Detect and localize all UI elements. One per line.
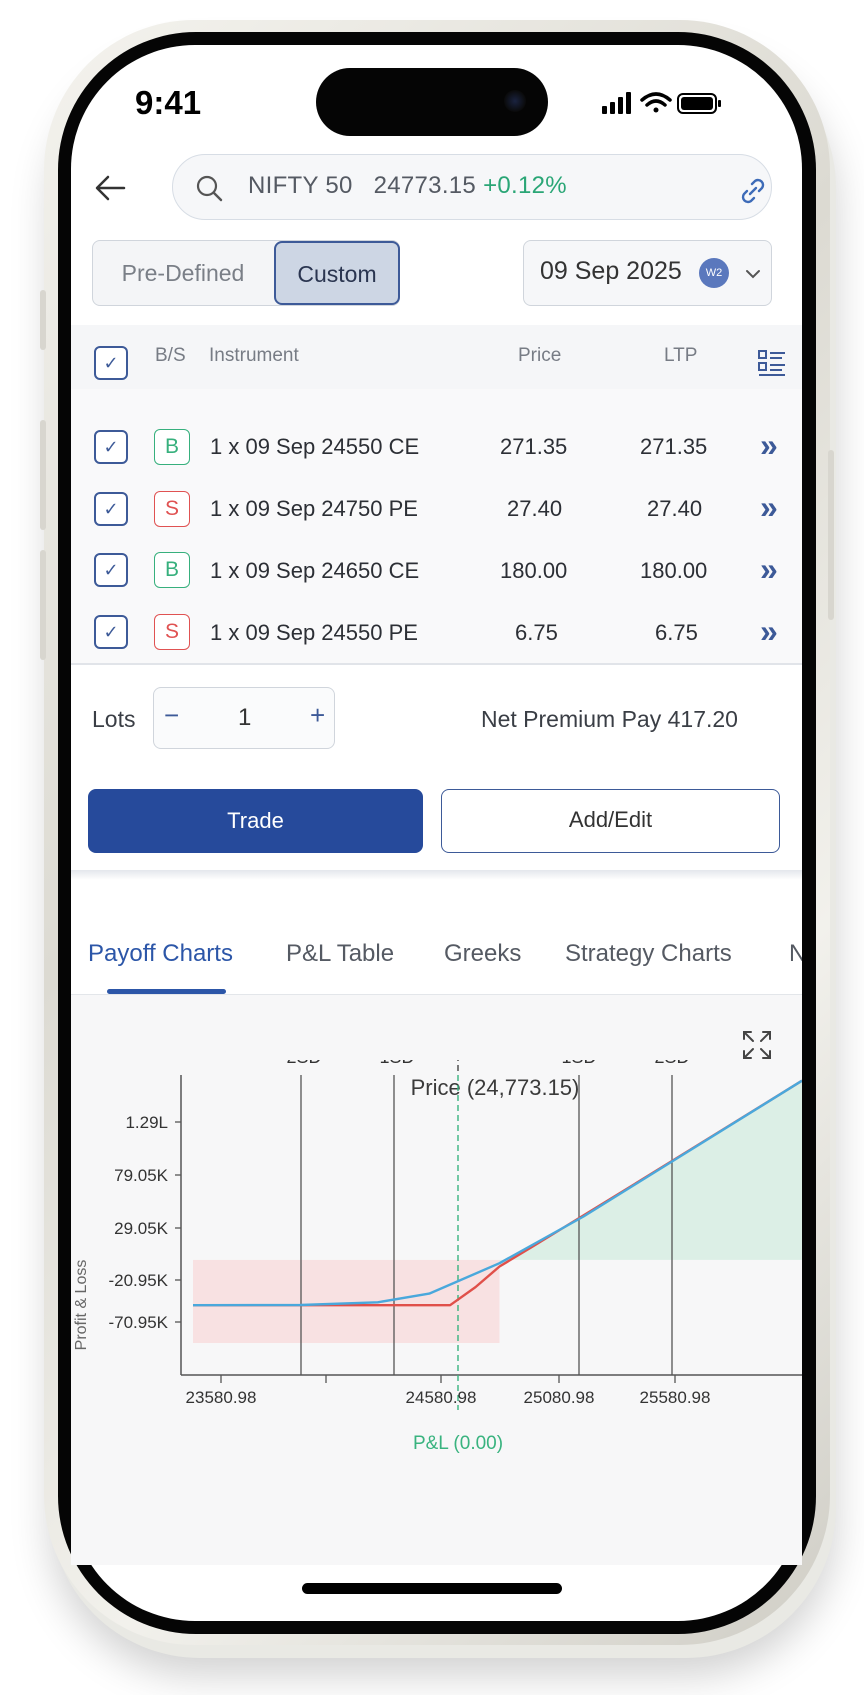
instrument-ltp: 180.00	[640, 558, 708, 583]
instrument-price: 271.35	[500, 434, 568, 459]
select-all-checkbox[interactable]: ✓	[94, 346, 128, 380]
row-checkbox[interactable]: ✓	[94, 553, 128, 587]
battery-icon	[677, 93, 721, 114]
toggle-predefined[interactable]: Pre-Defined	[92, 240, 274, 306]
chevron-down-icon	[746, 270, 760, 279]
tab-strategy-charts[interactable]: Strategy Charts	[565, 940, 732, 968]
side-badge: B	[154, 552, 190, 588]
home-indicator	[302, 1583, 562, 1594]
lots-value[interactable]: 1	[238, 704, 251, 732]
toggle-custom[interactable]: Custom	[274, 241, 400, 305]
tab-pl-table[interactable]: P&L Table	[286, 940, 394, 968]
side-badge: S	[154, 614, 190, 650]
header-price: Price	[518, 345, 562, 366]
instrument-ltp: 6.75	[655, 620, 698, 645]
x-tick-label: 23580.98	[186, 1388, 257, 1407]
expiry-date: 09 Sep 2025	[540, 257, 682, 285]
trade-button[interactable]: Trade	[88, 789, 423, 853]
net-premium: Net Premium Pay 417.20	[481, 706, 738, 732]
side-badge: S	[154, 491, 190, 527]
row-expand-icon[interactable]: »	[760, 613, 778, 650]
instrument-name: 1 x 09 Sep 24650 CE	[210, 558, 420, 583]
header-bs: B/S	[155, 345, 186, 366]
payoff-chart: Price (24,773.15) Profit & Loss -2SD -1SD…	[73, 1060, 802, 1454]
breakeven-label: P&L (0.00)	[413, 1433, 503, 1454]
underlying-change: +0.12%	[483, 172, 567, 199]
expiry-week-badge: W2	[699, 258, 729, 288]
status-time: 9:41	[135, 84, 202, 121]
tab-greeks[interactable]: Greeks	[444, 940, 521, 968]
add-edit-button[interactable]: Add/Edit	[441, 789, 780, 853]
instrument-ltp: 271.35	[640, 434, 708, 459]
sd-label: -2SD	[280, 1060, 321, 1067]
tab-more[interactable]: N	[789, 940, 802, 968]
row-expand-icon[interactable]: »	[760, 489, 778, 526]
row-checkbox[interactable]: ✓	[94, 430, 128, 464]
lots-label: Lots	[92, 706, 136, 732]
side-badge: B	[154, 429, 190, 465]
header-instrument: Instrument	[209, 345, 299, 366]
y-axis-label: Profit & Loss	[73, 1260, 90, 1351]
instrument-price: 6.75	[515, 620, 558, 645]
cellular-signal-icon	[602, 92, 631, 114]
instrument-price: 27.40	[507, 496, 563, 521]
search-icon	[196, 175, 223, 202]
expand-icon[interactable]	[742, 1030, 772, 1060]
instrument-price: 180.00	[500, 558, 568, 583]
y-tick-label: 29.05K	[114, 1219, 169, 1238]
chart-title: Price (24,773.15)	[411, 1075, 580, 1100]
instrument-name: 1 x 09 Sep 24550 CE	[210, 434, 420, 459]
tab-payoff-charts[interactable]: Payoff Charts	[88, 940, 233, 968]
sd-label: -1SD	[373, 1060, 414, 1067]
row-checkbox[interactable]: ✓	[94, 492, 128, 526]
link-icon[interactable]	[738, 176, 768, 206]
back-arrow-icon[interactable]	[94, 174, 128, 202]
underlying-symbol: NIFTY 50	[248, 172, 353, 199]
row-expand-icon[interactable]: »	[760, 427, 778, 464]
wifi-icon	[640, 92, 672, 113]
underlying-quote: NIFTY 50 24773.15 +0.12%	[248, 172, 567, 200]
instrument-name: 1 x 09 Sep 24750 PE	[210, 496, 418, 521]
y-tick-label: 1.29L	[125, 1113, 168, 1132]
y-tick-label: 79.05K	[114, 1166, 169, 1185]
x-tick-label: 25580.98	[640, 1388, 711, 1407]
instrument-ltp: 27.40	[647, 496, 703, 521]
underlying-price: 24773.15	[373, 172, 477, 199]
row-checkbox[interactable]: ✓	[94, 615, 128, 649]
y-tick-label: -70.95K	[108, 1313, 168, 1332]
lots-decrement-button[interactable]: −	[164, 700, 179, 731]
sd-label: 1SD	[561, 1060, 596, 1067]
status-icons	[602, 92, 721, 114]
row-expand-icon[interactable]: »	[760, 551, 778, 588]
instrument-name: 1 x 09 Sep 24550 PE	[210, 620, 418, 645]
column-settings-icon[interactable]	[758, 350, 786, 376]
y-tick-label: -20.95K	[108, 1271, 168, 1290]
header-ltp: LTP	[664, 345, 698, 366]
lots-increment-button[interactable]: +	[310, 700, 325, 731]
x-tick-label: 24580.98	[406, 1388, 477, 1407]
sd-label: 2SD	[654, 1060, 689, 1067]
x-tick-label: 25080.98	[524, 1388, 595, 1407]
